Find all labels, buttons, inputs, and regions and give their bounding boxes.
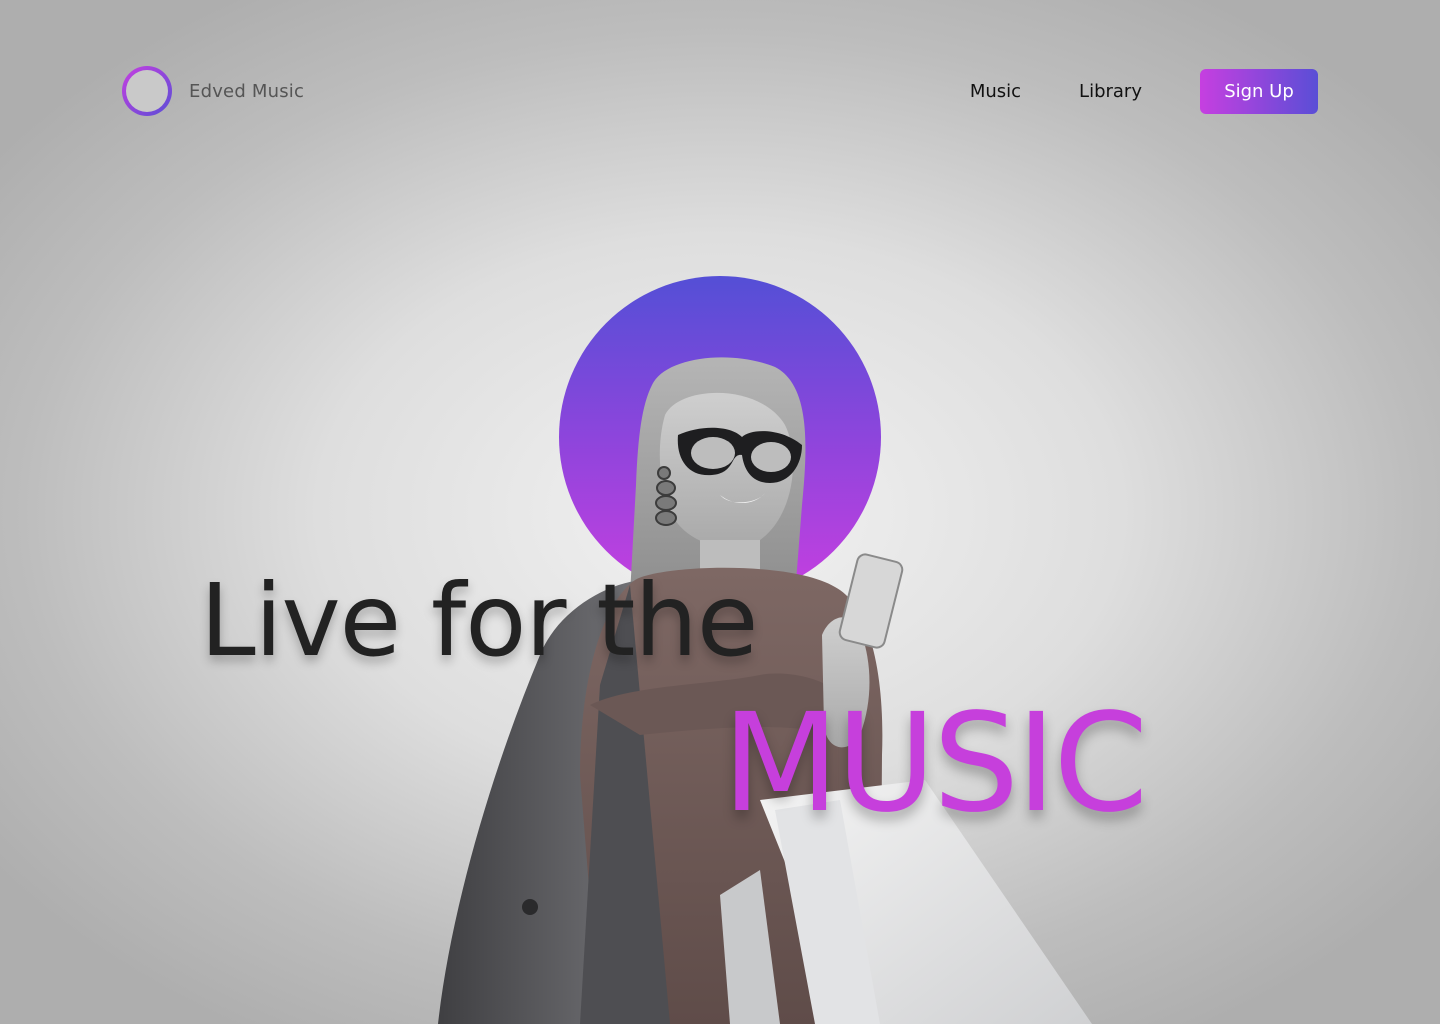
- brand-name: Edved Music: [189, 80, 305, 102]
- nav-link-music[interactable]: Music: [970, 69, 1021, 114]
- logo-ring: [122, 66, 172, 116]
- nav-link-library[interactable]: Library: [1079, 69, 1142, 114]
- logo-inner: [126, 70, 168, 112]
- main-nav: Music Library Sign Up: [970, 69, 1318, 114]
- headline-line-1: Live for the: [200, 562, 758, 679]
- sound-wave-icon: [133, 82, 159, 100]
- brand-logo[interactable]: Edved Music: [122, 66, 304, 116]
- headline-line-2: MUSIC: [722, 685, 1148, 843]
- sign-up-button[interactable]: Sign Up: [1200, 69, 1318, 114]
